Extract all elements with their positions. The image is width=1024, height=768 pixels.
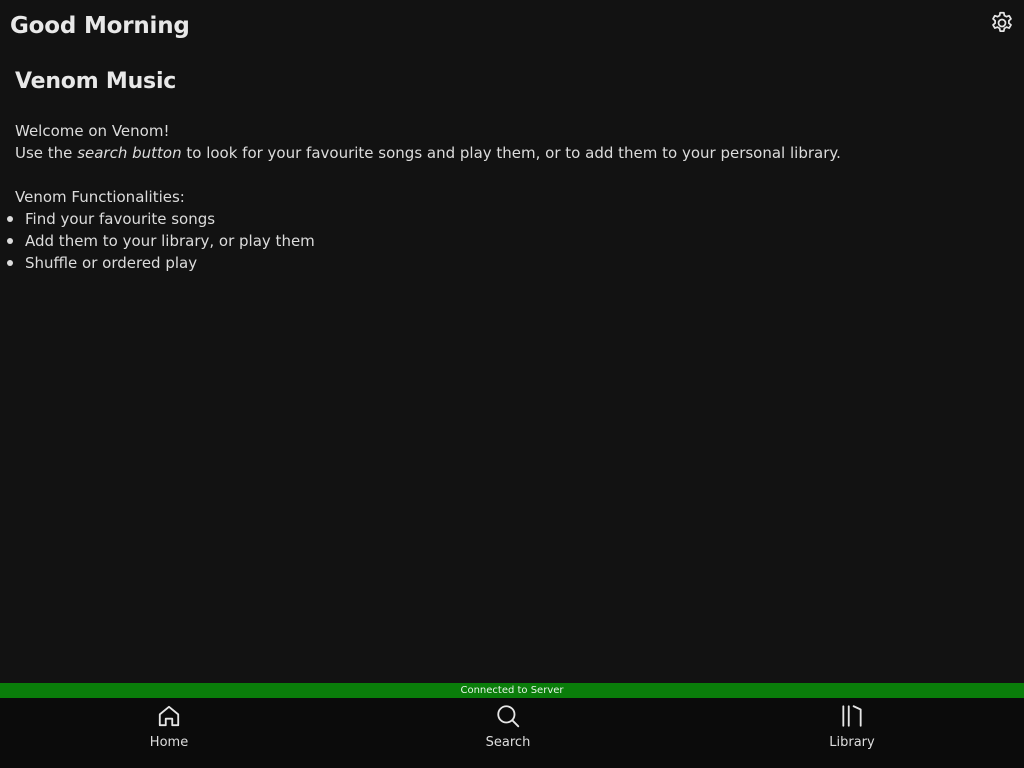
app-window: Good Morning Venom Music Welcome on Veno… [0, 0, 1024, 768]
connection-status-bar: Connected to Server [0, 683, 1024, 698]
greeting-title: Good Morning [10, 13, 190, 39]
page-title: Venom Music [15, 69, 177, 94]
welcome-text: Welcome on Venom! Use the search button … [15, 120, 1005, 164]
instructions-line: Use the search button to look for your f… [15, 142, 1005, 164]
feature-item: Shuffle or ordered play [5, 252, 1005, 274]
nav-item-library[interactable]: Library [807, 703, 897, 761]
home-content: Venom Music Welcome on Venom! Use the se… [7, 66, 1005, 274]
settings-button[interactable] [988, 9, 1016, 37]
search-icon [497, 705, 520, 728]
instructions-emphasis: search button [77, 144, 182, 162]
instructions-before: Use the [15, 144, 78, 162]
nav-item-search[interactable]: Search [463, 703, 553, 761]
bottom-navigation: Home Search Library [0, 698, 1024, 768]
nav-label-search: Search [485, 735, 531, 750]
home-icon [158, 705, 180, 727]
library-icon [842, 705, 862, 727]
gear-icon [992, 11, 1012, 32]
nav-label-library: Library [829, 735, 875, 750]
nav-label-home: Home [149, 735, 189, 750]
feature-item: Add them to your library, or play them [5, 230, 1005, 252]
nav-item-home[interactable]: Home [124, 703, 214, 761]
features-list: Find your favourite songs Add them to yo… [5, 208, 1005, 274]
top-bar: Good Morning [0, 0, 1024, 50]
features-heading: Venom Functionalities: [15, 188, 185, 206]
feature-item: Find your favourite songs [5, 208, 1005, 230]
instructions-after: to look for your favourite songs and pla… [181, 144, 841, 162]
welcome-line: Welcome on Venom! [15, 122, 170, 140]
